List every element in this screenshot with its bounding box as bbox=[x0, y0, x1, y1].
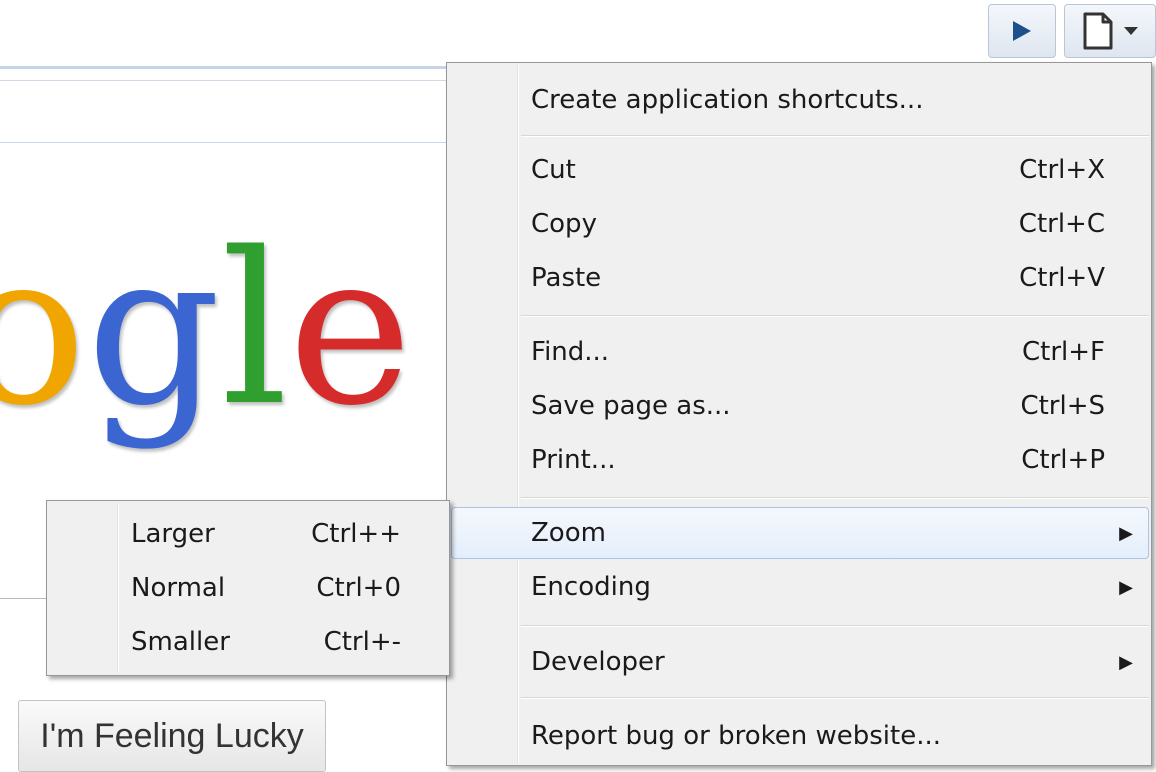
zoom-item-normal[interactable]: Normal Ctrl+0 bbox=[131, 563, 401, 613]
menu-item-shortcut: Ctrl+0 bbox=[316, 573, 401, 603]
menu-item-developer[interactable]: Developer ▶ bbox=[531, 637, 1141, 687]
chevron-down-icon bbox=[1124, 27, 1138, 35]
submenu-arrow-icon: ▶ bbox=[1119, 651, 1133, 673]
page-icon bbox=[1083, 12, 1113, 50]
menu-item-shortcut: Ctrl+S bbox=[1020, 391, 1105, 421]
page-menu-button[interactable] bbox=[1064, 4, 1156, 58]
menu-item-paste[interactable]: Paste Ctrl+V bbox=[531, 253, 1141, 303]
menu-item-zoom[interactable]: Zoom ▶ bbox=[531, 508, 1141, 558]
page-top-rule bbox=[0, 142, 450, 143]
page-menu: Create application shortcuts... Cut Ctrl… bbox=[446, 62, 1152, 766]
menu-item-label: Save page as... bbox=[531, 391, 731, 421]
logo-letter-o: o bbox=[0, 207, 87, 452]
menu-item-label: Print... bbox=[531, 445, 616, 475]
menu-separator bbox=[521, 625, 1149, 627]
menu-item-shortcut: Ctrl+P bbox=[1021, 445, 1105, 475]
menu-item-find[interactable]: Find... Ctrl+F bbox=[531, 327, 1141, 377]
play-icon bbox=[1013, 21, 1031, 41]
menu-item-label: Normal bbox=[131, 573, 226, 603]
search-box-edge bbox=[0, 598, 50, 599]
logo-letter-g: g bbox=[86, 207, 221, 452]
menu-item-shortcut: Ctrl+- bbox=[323, 627, 401, 657]
menu-separator bbox=[521, 497, 1149, 499]
menu-item-label: Zoom bbox=[531, 518, 606, 548]
logo-letter-l: l bbox=[220, 207, 289, 452]
menu-item-shortcut: Ctrl+X bbox=[1019, 155, 1105, 185]
menu-item-label: Cut bbox=[531, 155, 576, 185]
menu-item-shortcut: Ctrl++ bbox=[311, 519, 401, 549]
menu-item-encoding[interactable]: Encoding ▶ bbox=[531, 562, 1141, 612]
zoom-item-smaller[interactable]: Smaller Ctrl+- bbox=[131, 617, 401, 667]
menu-item-label: Create application shortcuts... bbox=[531, 85, 924, 115]
menu-item-print[interactable]: Print... Ctrl+P bbox=[531, 435, 1141, 485]
menu-item-label: Find... bbox=[531, 337, 610, 367]
menu-item-shortcut: Ctrl+V bbox=[1019, 263, 1105, 293]
menu-item-copy[interactable]: Copy Ctrl+C bbox=[531, 199, 1141, 249]
menu-item-report-bug[interactable]: Report bug or broken website... bbox=[531, 711, 1141, 761]
menu-separator bbox=[521, 315, 1149, 317]
menu-item-shortcut: Ctrl+C bbox=[1018, 209, 1105, 239]
submenu-arrow-icon: ▶ bbox=[1119, 522, 1133, 544]
submenu-arrow-icon: ▶ bbox=[1119, 576, 1133, 598]
menu-separator bbox=[521, 135, 1149, 137]
address-bar-edge bbox=[0, 66, 450, 69]
menu-item-label: Paste bbox=[531, 263, 602, 293]
menu-separator bbox=[521, 697, 1149, 699]
submenu-gutter bbox=[117, 503, 119, 673]
go-button[interactable] bbox=[988, 4, 1056, 58]
menu-item-label: Developer bbox=[531, 647, 665, 677]
menu-gutter bbox=[517, 65, 519, 763]
menu-item-cut[interactable]: Cut Ctrl+X bbox=[531, 145, 1141, 195]
google-logo: ogle bbox=[0, 225, 420, 485]
menu-item-shortcut: Ctrl+F bbox=[1021, 337, 1105, 367]
address-bar-bottom bbox=[0, 80, 450, 81]
menu-item-label: Report bug or broken website... bbox=[531, 721, 941, 751]
menu-item-label: Copy bbox=[531, 209, 597, 239]
zoom-item-larger[interactable]: Larger Ctrl++ bbox=[131, 509, 401, 559]
menu-item-label: Encoding bbox=[531, 572, 651, 602]
feeling-lucky-button[interactable]: I'm Feeling Lucky bbox=[18, 700, 326, 772]
zoom-submenu: Larger Ctrl++ Normal Ctrl+0 Smaller Ctrl… bbox=[46, 500, 450, 676]
logo-letter-e: e bbox=[288, 207, 413, 452]
menu-item-label: Smaller bbox=[131, 627, 230, 657]
menu-item-save-page[interactable]: Save page as... Ctrl+S bbox=[531, 381, 1141, 431]
menu-item-label: Larger bbox=[131, 519, 215, 549]
menu-item-create-shortcuts[interactable]: Create application shortcuts... bbox=[531, 75, 1141, 125]
